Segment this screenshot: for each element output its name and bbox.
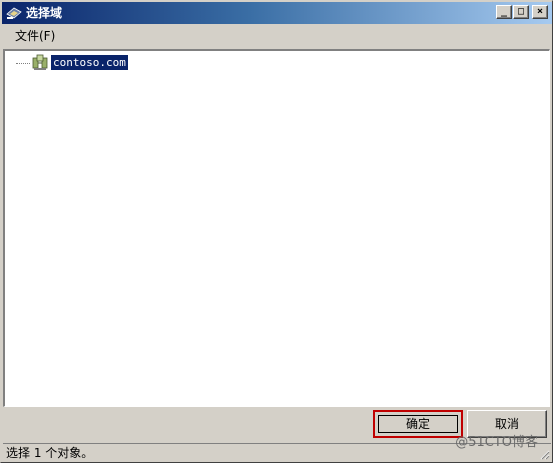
menu-bar: 文件(F) [3, 25, 551, 47]
ok-button[interactable]: 确定 [373, 410, 463, 438]
select-domain-window: 选择域 _ □ × 文件(F) contoso.com 确定 取消 选择 1 个… [0, 0, 553, 463]
close-button[interactable]: × [532, 5, 548, 19]
domain-tree-view[interactable]: contoso.com [3, 49, 550, 407]
status-text: 选择 1 个对象。 [6, 446, 94, 460]
window-title: 选择域 [26, 6, 63, 20]
tree-item-contoso[interactable]: contoso.com [51, 55, 128, 70]
title-bar[interactable]: 选择域 _ □ × [2, 2, 552, 24]
maximize-button[interactable]: □ [513, 5, 529, 19]
domain-icon [32, 54, 48, 70]
directory-tree-icon [6, 7, 22, 19]
menu-item-file[interactable]: 文件(F) [15, 28, 55, 44]
cancel-button[interactable]: 取消 [467, 410, 547, 438]
minimize-button[interactable]: _ [496, 5, 512, 19]
watermark: @51CTO博客 [455, 435, 538, 450]
ok-button-label: 确定 [378, 415, 458, 433]
resize-grip-icon[interactable] [538, 448, 550, 460]
tree-connector-line [16, 63, 30, 64]
